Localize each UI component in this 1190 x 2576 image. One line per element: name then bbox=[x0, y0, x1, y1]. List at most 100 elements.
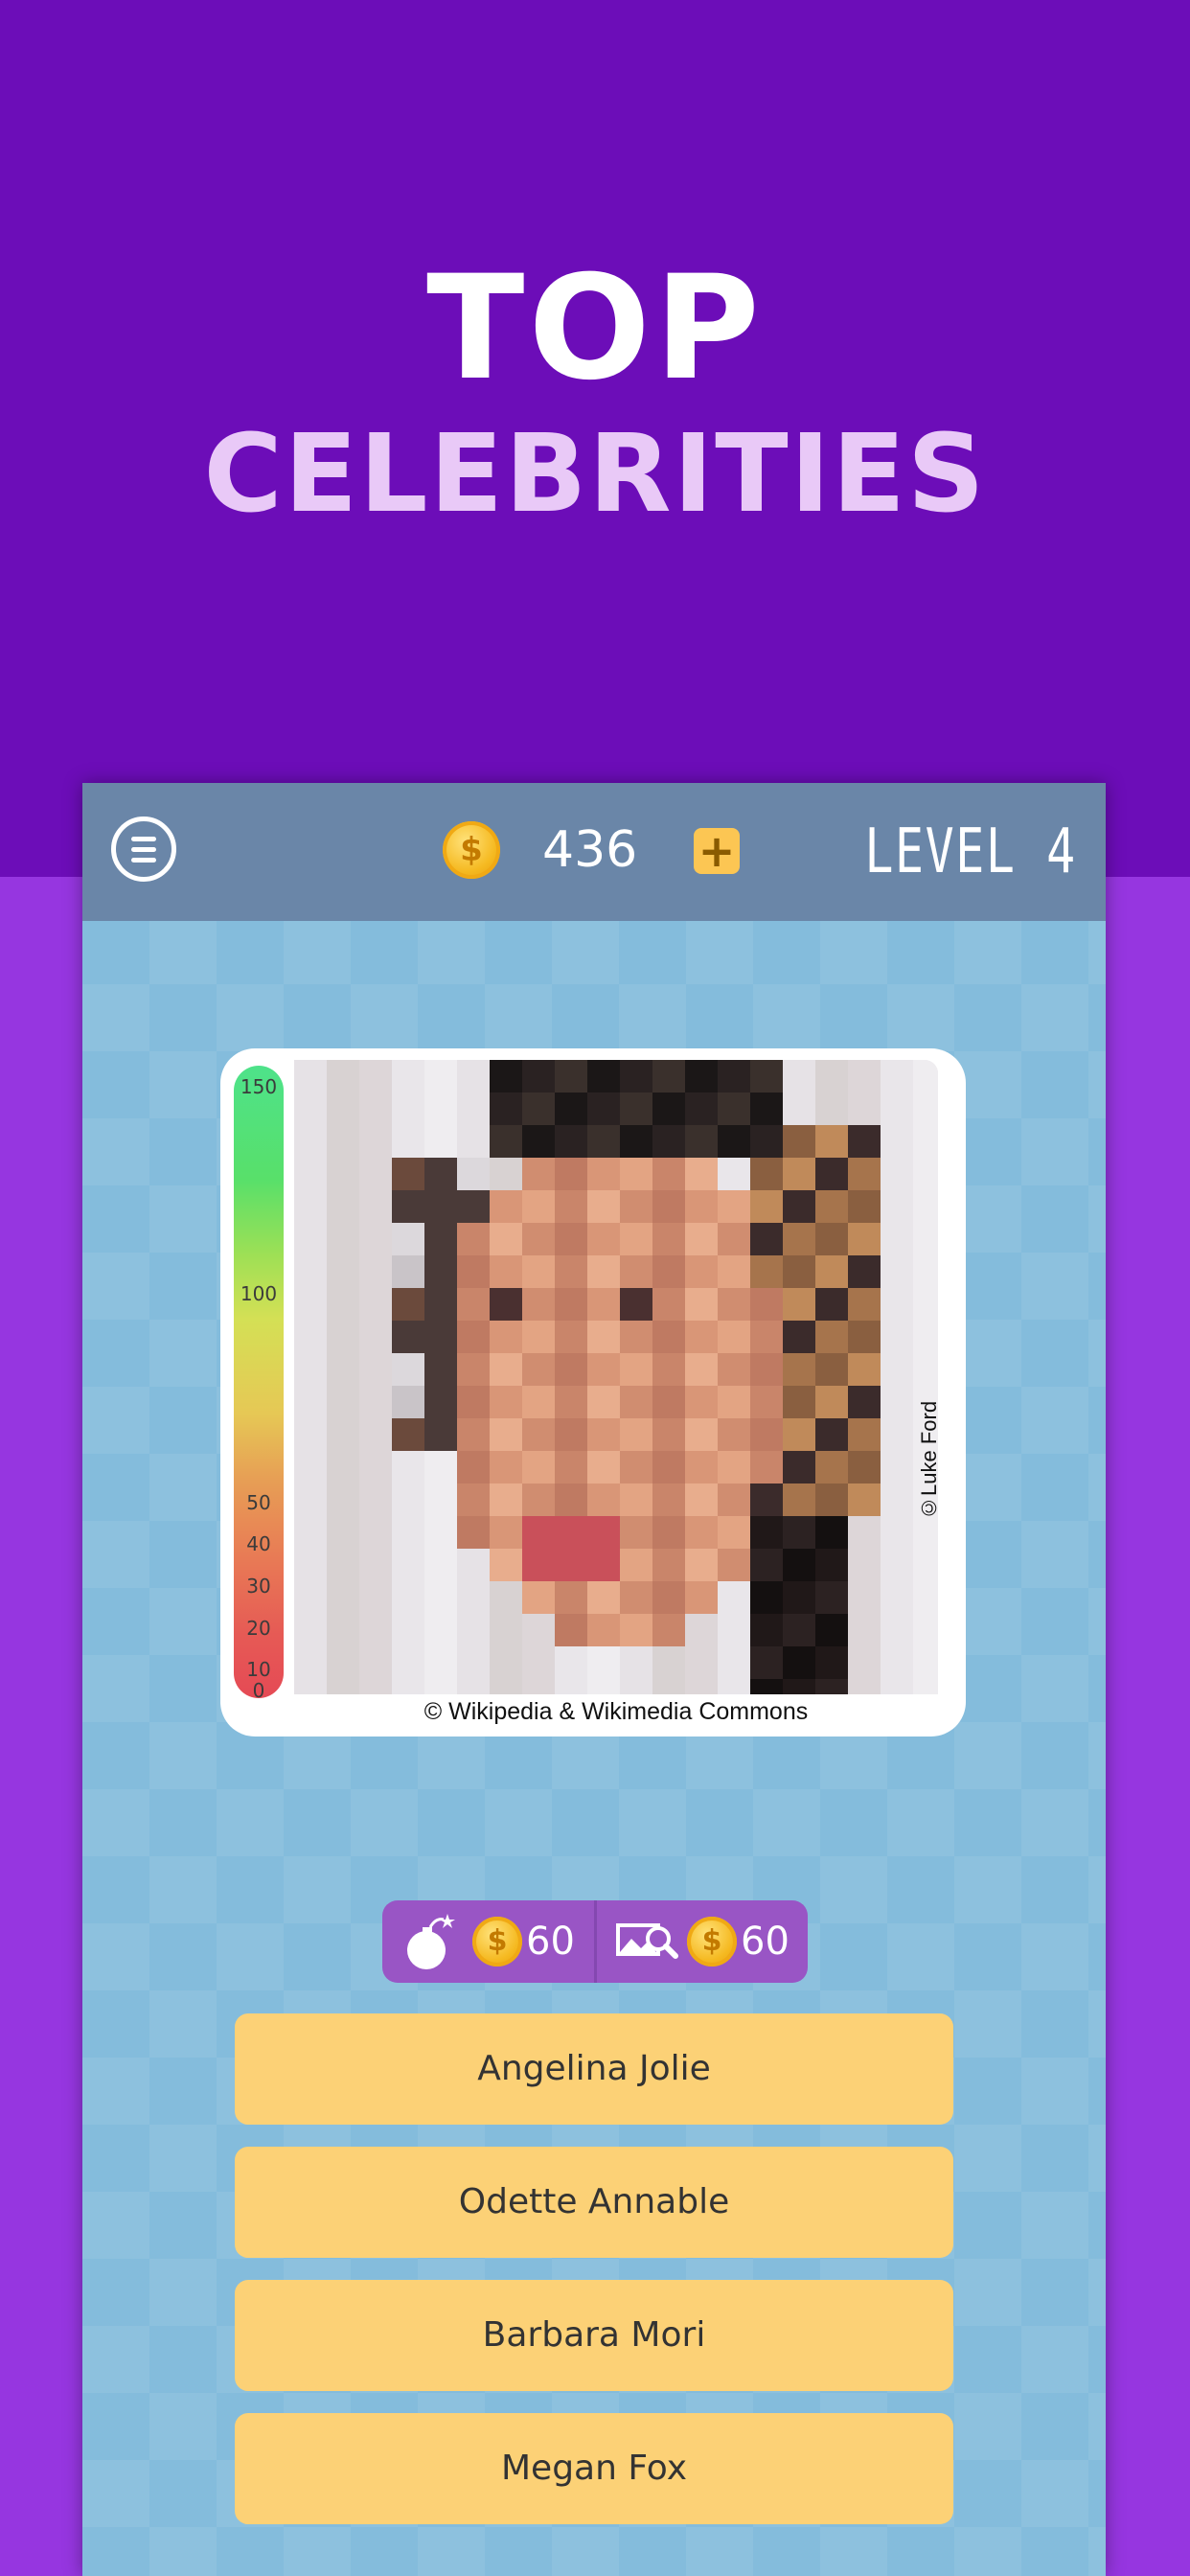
pixel-tile bbox=[913, 1549, 938, 1581]
reveal-hint-button[interactable]: $ 60 bbox=[597, 1900, 808, 1983]
pixel-tile bbox=[490, 1484, 522, 1516]
pixel-tile bbox=[424, 1353, 457, 1386]
pixel-tile bbox=[652, 1092, 685, 1125]
pixel-tile bbox=[424, 1418, 457, 1451]
pixel-tile bbox=[359, 1614, 392, 1646]
pixel-tile bbox=[555, 1418, 587, 1451]
pixel-tile bbox=[327, 1092, 359, 1125]
menu-icon[interactable] bbox=[111, 816, 176, 882]
pixel-tile bbox=[913, 1223, 938, 1255]
pixel-tile bbox=[913, 1679, 938, 1694]
pixel-tile bbox=[522, 1223, 555, 1255]
reveal-hint-price: 60 bbox=[741, 1920, 790, 1964]
top-bar: $ 436 + LEVEL 4 bbox=[82, 783, 1106, 921]
pixel-tile bbox=[490, 1158, 522, 1190]
pixel-tile bbox=[587, 1386, 620, 1418]
photo-author-credit: ©Luke Ford bbox=[917, 1400, 941, 1521]
pixel-tile bbox=[392, 1060, 424, 1092]
pixel-tile bbox=[587, 1679, 620, 1694]
pixel-tile bbox=[685, 1386, 718, 1418]
pixel-tile bbox=[718, 1092, 750, 1125]
pixel-tile bbox=[750, 1190, 783, 1223]
answer-button[interactable]: Barbara Mori bbox=[235, 2280, 953, 2391]
bomb-hint-price: 60 bbox=[526, 1920, 575, 1964]
pixel-tile bbox=[359, 1092, 392, 1125]
pixel-tile bbox=[359, 1386, 392, 1418]
pixel-tile bbox=[620, 1451, 652, 1484]
pixel-tile bbox=[815, 1353, 848, 1386]
pixel-tile bbox=[359, 1190, 392, 1223]
answer-button[interactable]: Megan Fox bbox=[235, 2413, 953, 2524]
pixel-tile bbox=[620, 1190, 652, 1223]
pixel-tile bbox=[652, 1125, 685, 1158]
pixel-tile bbox=[359, 1060, 392, 1092]
pixel-tile bbox=[587, 1223, 620, 1255]
pixel-tile bbox=[457, 1353, 490, 1386]
pixel-tile bbox=[881, 1549, 913, 1581]
pixel-tile bbox=[718, 1418, 750, 1451]
pixel-tile bbox=[522, 1581, 555, 1614]
pixel-tile bbox=[685, 1418, 718, 1451]
pixel-tile bbox=[490, 1581, 522, 1614]
pixel-tile bbox=[555, 1581, 587, 1614]
pixel-tile bbox=[392, 1190, 424, 1223]
pixel-tile bbox=[359, 1418, 392, 1451]
pixel-tile bbox=[750, 1679, 783, 1694]
pixel-tile bbox=[685, 1321, 718, 1353]
pixel-tile bbox=[881, 1386, 913, 1418]
pixel-tile bbox=[848, 1223, 881, 1255]
answer-button[interactable]: Angelina Jolie bbox=[235, 2013, 953, 2125]
pixel-tile bbox=[750, 1321, 783, 1353]
pixel-tile bbox=[294, 1092, 327, 1125]
pixel-tile bbox=[848, 1255, 881, 1288]
pixel-tile bbox=[848, 1158, 881, 1190]
pixel-tile bbox=[327, 1614, 359, 1646]
pixel-tile bbox=[587, 1158, 620, 1190]
pixel-tile bbox=[424, 1321, 457, 1353]
pixel-tile bbox=[881, 1288, 913, 1321]
bomb-hint-button[interactable]: $ 60 bbox=[382, 1900, 594, 1983]
pixel-tile bbox=[424, 1060, 457, 1092]
pixel-tile bbox=[522, 1418, 555, 1451]
pixel-tile bbox=[490, 1288, 522, 1321]
pixel-tile bbox=[620, 1549, 652, 1581]
pixel-tile bbox=[392, 1484, 424, 1516]
pixel-tile bbox=[359, 1451, 392, 1484]
pixel-tile bbox=[359, 1223, 392, 1255]
pixel-tile bbox=[783, 1418, 815, 1451]
pixel-tile bbox=[392, 1158, 424, 1190]
pixel-tile bbox=[294, 1451, 327, 1484]
pixel-tile bbox=[392, 1516, 424, 1549]
pixel-tile bbox=[815, 1255, 848, 1288]
pixel-tile bbox=[718, 1386, 750, 1418]
pixel-tile bbox=[685, 1223, 718, 1255]
pixel-tile bbox=[457, 1418, 490, 1451]
pixel-tile bbox=[359, 1484, 392, 1516]
pixel-tile bbox=[685, 1060, 718, 1092]
pixel-tile bbox=[392, 1288, 424, 1321]
pixel-tile bbox=[294, 1581, 327, 1614]
pixel-tile bbox=[555, 1679, 587, 1694]
pixel-tile bbox=[620, 1516, 652, 1549]
pixel-tile bbox=[913, 1092, 938, 1125]
answer-button[interactable]: Odette Annable bbox=[235, 2147, 953, 2258]
pixel-tile bbox=[424, 1125, 457, 1158]
pixel-tile bbox=[359, 1321, 392, 1353]
pixel-tile bbox=[620, 1418, 652, 1451]
add-coins-button[interactable]: + bbox=[694, 828, 740, 874]
pixel-tile bbox=[881, 1581, 913, 1614]
pixel-tile bbox=[522, 1353, 555, 1386]
pixel-tile bbox=[815, 1679, 848, 1694]
pixel-tile bbox=[424, 1646, 457, 1679]
pixel-tile bbox=[652, 1484, 685, 1516]
promo-title-top: TOP bbox=[426, 245, 764, 412]
pixel-tile bbox=[750, 1516, 783, 1549]
pixel-tile bbox=[783, 1158, 815, 1190]
pixel-tile bbox=[718, 1125, 750, 1158]
pixel-tile bbox=[555, 1092, 587, 1125]
pixel-tile bbox=[555, 1386, 587, 1418]
pixel-tile bbox=[327, 1125, 359, 1158]
pixel-tile bbox=[718, 1549, 750, 1581]
pixel-tile bbox=[685, 1614, 718, 1646]
pixel-tile bbox=[587, 1353, 620, 1386]
